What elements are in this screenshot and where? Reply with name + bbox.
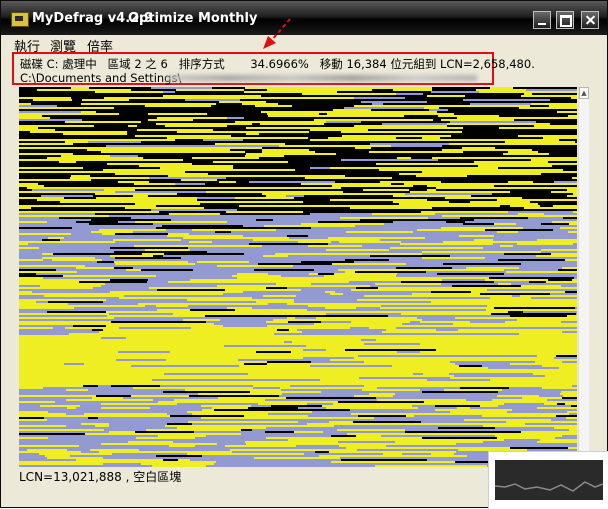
vertical-scrollbar[interactable]: ▲ bbox=[578, 87, 589, 467]
close-button[interactable] bbox=[581, 11, 599, 29]
redacted-path-blur bbox=[167, 75, 477, 81]
maximize-button[interactable] bbox=[556, 11, 574, 29]
status-bar-text: LCN=13,021,888 , 空白區塊 bbox=[19, 470, 182, 484]
scroll-up-arrow-icon[interactable]: ▲ bbox=[579, 87, 589, 99]
app-window: MyDefrag v4.2.9 Optimize Monthly 執行 瀏覽 倍… bbox=[0, 0, 608, 508]
red-arrow-annotation-icon bbox=[263, 18, 291, 49]
current-file-path: C:\Documents and Settings\ bbox=[20, 71, 182, 85]
app-icon[interactable] bbox=[11, 12, 29, 27]
progress-status-text: 磁碟 C: 處理中 區域 2 之 6 排序方式 34.6966% 移動 16,3… bbox=[20, 57, 535, 71]
disk-cluster-map[interactable] bbox=[19, 87, 577, 467]
progress-status-panel: 磁碟 C: 處理中 區域 2 之 6 排序方式 34.6966% 移動 16,3… bbox=[12, 52, 535, 85]
thumbnail-graph bbox=[488, 451, 608, 509]
title-bar[interactable]: MyDefrag v4.2.9 Optimize Monthly bbox=[1, 1, 607, 35]
menu-bar: 執行 瀏覽 倍率 bbox=[1, 35, 607, 55]
script-title: Optimize Monthly bbox=[128, 11, 258, 26]
minimize-button[interactable] bbox=[533, 11, 551, 29]
